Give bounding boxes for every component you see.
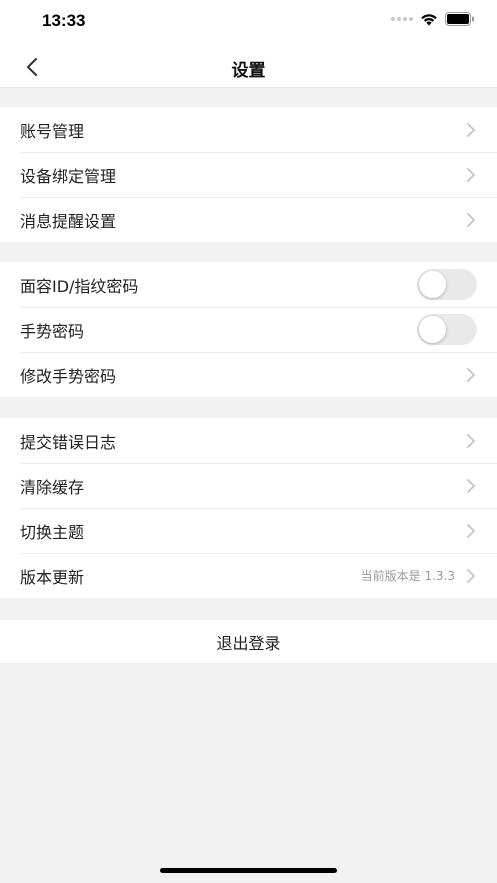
settings-row-change-gesture[interactable]: 修改手势密码 [0,352,497,397]
version-value: 当前版本是 1.3.3 [360,569,455,583]
settings-group-account: 账号管理 设备绑定管理 消息提醒设置 [0,107,497,242]
status-bar: 13:33 [0,0,497,44]
settings-row-version-update[interactable]: 版本更新 当前版本是 1.3.3 [0,553,497,598]
row-label: 切换主题 [20,522,85,542]
settings-row-error-log[interactable]: 提交错误日志 [0,418,497,463]
chevron-right-icon [467,523,475,538]
logout-label: 退出登录 [216,633,281,653]
row-label: 提交错误日志 [20,432,117,452]
chevron-right-icon [467,478,475,493]
settings-screen: 13:33 设置 账号管理 设备绑定管理 消息提醒设置 面容ID/指纹密码 手势… [0,0,497,883]
chevron-right-icon [467,568,475,583]
settings-row-face-id: 面容ID/指纹密码 [0,262,497,307]
row-label: 修改手势密码 [20,366,117,386]
settings-row-device-binding[interactable]: 设备绑定管理 [0,152,497,197]
toggle-knob [419,271,446,298]
wifi-icon [421,13,437,25]
chevron-right-icon [467,212,475,227]
signal-icon [391,17,413,21]
page-title: 设置 [231,61,266,81]
logout-button[interactable]: 退出登录 [0,620,497,663]
gesture-password-toggle[interactable] [417,314,477,345]
settings-row-theme[interactable]: 切换主题 [0,508,497,553]
battery-icon [445,12,474,26]
home-indicator [160,868,337,873]
settings-group-security: 面容ID/指纹密码 手势密码 修改手势密码 [0,262,497,397]
row-label: 消息提醒设置 [20,211,117,231]
chevron-right-icon [467,367,475,382]
settings-row-clear-cache[interactable]: 清除缓存 [0,463,497,508]
row-label: 设备绑定管理 [20,166,117,186]
row-label: 手势密码 [20,321,85,341]
row-label: 版本更新 [20,567,85,587]
chevron-right-icon [467,122,475,137]
row-label: 清除缓存 [20,477,85,497]
toggle-knob [419,316,446,343]
row-label: 面容ID/指纹密码 [20,276,139,296]
nav-bar: 设置 [0,44,497,88]
face-id-toggle[interactable] [417,269,477,300]
row-label: 账号管理 [20,121,85,141]
settings-group-general: 提交错误日志 清除缓存 切换主题 版本更新 当前版本是 1.3.3 [0,418,497,598]
chevron-right-icon [467,433,475,448]
chevron-right-icon [467,167,475,182]
settings-row-gesture-password: 手势密码 [0,307,497,352]
status-time: 13:33 [42,11,86,30]
status-indicators [391,12,475,26]
settings-row-account[interactable]: 账号管理 [0,107,497,152]
settings-row-notifications[interactable]: 消息提醒设置 [0,197,497,242]
